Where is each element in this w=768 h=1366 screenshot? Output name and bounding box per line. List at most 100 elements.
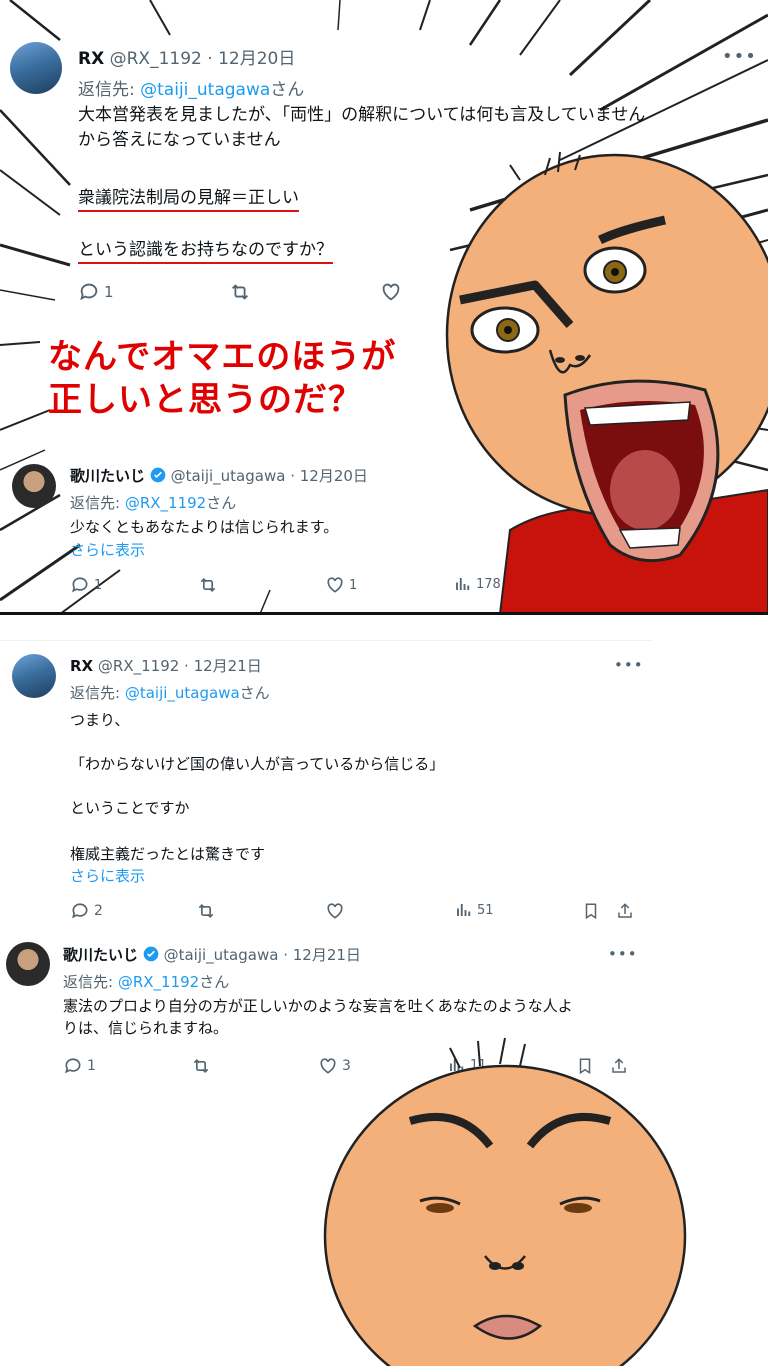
tweet-text-line: 権威主義だったとは驚きです xyxy=(70,845,266,863)
tweet-header: RX @RX_1192 · 12月21日 xyxy=(70,655,262,676)
bookmark-button[interactable] xyxy=(582,901,600,921)
panel-divider xyxy=(0,612,768,615)
shout-line: なんでオマエのほうが xyxy=(48,337,397,377)
like-button[interactable] xyxy=(325,901,345,921)
separator-dot: · xyxy=(285,467,300,485)
reply-suffix: さん xyxy=(239,684,270,702)
views-button[interactable]: 51 xyxy=(455,901,494,919)
tweet-date[interactable]: 12月20日 xyxy=(218,49,295,69)
avatar[interactable] xyxy=(12,654,56,698)
tweet-date[interactable]: 12月21日 xyxy=(194,657,262,675)
tweet-text-line: 「わからないけど国の偉い人が言っているから信じる」 xyxy=(70,755,445,773)
reply-prefix: 返信先: xyxy=(63,973,118,991)
author-name[interactable]: 歌川たいじ xyxy=(63,946,138,964)
more-options-button[interactable]: ••• xyxy=(614,656,644,674)
share-button[interactable] xyxy=(616,901,634,921)
more-options-button[interactable]: ••• xyxy=(722,46,757,67)
view-count: 178 xyxy=(476,576,501,592)
author-name[interactable]: RX xyxy=(78,49,104,69)
reply-prefix: 返信先: xyxy=(78,80,141,100)
tweet-text-line: 大本営発表を見ましたが、「両性」の解釈については何も言及していません xyxy=(78,105,646,125)
like-button[interactable]: 1 xyxy=(325,575,357,595)
avatar[interactable] xyxy=(6,942,50,986)
reply-to-line: 返信先: @RX_1192さん xyxy=(63,971,229,992)
heart-icon xyxy=(327,577,343,593)
reply-icon xyxy=(72,903,88,919)
shouting-face-illustration xyxy=(445,151,768,614)
views-button[interactable]: 178 xyxy=(454,575,501,593)
avatar[interactable] xyxy=(12,464,56,508)
reply-count: 1 xyxy=(94,577,103,593)
bottom-panel: RX @RX_1192 · 12月21日 ••• 返信先: @taiji_uta… xyxy=(0,616,768,1366)
reply-button[interactable]: 1 xyxy=(70,575,102,595)
divider xyxy=(0,640,652,641)
reply-to-link[interactable]: @taiji_utagawa xyxy=(125,684,240,702)
reply-to-link[interactable]: @RX_1192 xyxy=(118,973,199,991)
more-options-button[interactable]: ••• xyxy=(608,945,638,963)
tweet-text-line: という認識をお持ちなのですか？ xyxy=(78,235,333,264)
top-panel: RX @RX_1192 · 12月20日 ••• 返信先: @taiji_uta… xyxy=(0,0,768,614)
tweet-text-line: 憲法のプロより自分の方が正しいかのような妄言を吐くあなたのような人よ xyxy=(63,997,573,1015)
author-handle[interactable]: @RX_1192 xyxy=(98,657,179,675)
reply-suffix: さん xyxy=(270,80,305,100)
retweet-button[interactable] xyxy=(197,575,219,595)
like-button[interactable] xyxy=(379,281,403,303)
author-handle[interactable]: @taiji_utagawa xyxy=(164,946,279,964)
like-count: 1 xyxy=(349,577,358,593)
tweet-text: 大本営発表を見ましたが、「両性」の解釈については何も言及していません から答えに… xyxy=(78,103,758,152)
shout-caption: なんでオマエのほうが 正しいと思うのだ？ xyxy=(48,336,396,421)
reply-prefix: 返信先: xyxy=(70,494,125,512)
author-name[interactable]: RX xyxy=(70,657,93,675)
reply-count: 2 xyxy=(94,903,103,919)
tweet-text-line: 衆議院法制局の見解＝正しい xyxy=(78,183,299,212)
reply-button[interactable]: 1 xyxy=(63,1056,96,1076)
tweet-header: 歌川たいじ @taiji_utagawa · 12月21日 xyxy=(63,944,361,965)
heart-icon xyxy=(327,903,343,919)
views-chart-icon xyxy=(456,578,470,590)
underlined-text: 衆議院法制局の見解＝正しい xyxy=(78,188,299,212)
author-handle[interactable]: @taiji_utagawa xyxy=(171,467,286,485)
tweet-text-line: ということですか xyxy=(70,799,190,817)
author-name[interactable]: 歌川たいじ xyxy=(70,467,145,485)
retweet-icon xyxy=(198,903,214,919)
verified-badge-icon xyxy=(143,946,159,962)
view-count: 51 xyxy=(477,902,494,918)
reply-to-link[interactable]: @taiji_utagawa xyxy=(140,80,270,100)
reply-count: 1 xyxy=(104,283,114,301)
reply-to-line: 返信先: @taiji_utagawaさん xyxy=(70,682,270,703)
views-chart-icon xyxy=(457,904,471,916)
separator-dot: · xyxy=(201,49,219,69)
tweet-header: 歌川たいじ @taiji_utagawa · 12月20日 xyxy=(70,465,368,486)
retweet-button[interactable] xyxy=(195,901,217,921)
reply-button[interactable]: 1 xyxy=(78,281,114,303)
retweet-button[interactable] xyxy=(190,1056,212,1076)
reply-icon xyxy=(72,577,88,593)
reply-to-line: 返信先: @RX_1192さん xyxy=(70,492,236,513)
tweet-text: 憲法のプロより自分の方が正しいかのような妄言を吐くあなたのような人よ りは、信じ… xyxy=(63,996,663,1040)
bookmark-icon xyxy=(585,903,597,920)
tweet-text-line: から答えになっていません xyxy=(78,129,281,150)
tweet-text-line: つまり、 xyxy=(70,711,130,729)
reply-button[interactable]: 2 xyxy=(70,901,103,921)
verified-badge-icon xyxy=(150,467,166,483)
retweet-button[interactable] xyxy=(228,281,252,303)
show-more-link[interactable]: さらに表示 xyxy=(70,865,145,886)
reply-icon xyxy=(65,1058,81,1074)
retweet-icon xyxy=(193,1058,209,1074)
reply-prefix: 返信先: xyxy=(70,684,125,702)
reply-suffix: さん xyxy=(199,973,230,991)
separator-dot: · xyxy=(179,657,194,675)
show-more-link[interactable]: さらに表示 xyxy=(70,539,145,560)
tweet-date[interactable]: 12月21日 xyxy=(293,946,361,964)
author-handle[interactable]: @RX_1192 xyxy=(110,49,202,69)
heart-icon xyxy=(382,283,400,301)
tweet-date[interactable]: 12月20日 xyxy=(300,467,368,485)
reply-to-line: 返信先: @taiji_utagawaさん xyxy=(78,75,304,100)
reply-icon xyxy=(80,283,98,301)
avatar[interactable] xyxy=(10,42,62,94)
separator-dot: · xyxy=(278,946,293,964)
retweet-icon xyxy=(200,577,216,593)
share-icon xyxy=(618,903,632,918)
reply-to-link[interactable]: @RX_1192 xyxy=(125,494,206,512)
smug-face-illustration xyxy=(323,1037,687,1366)
